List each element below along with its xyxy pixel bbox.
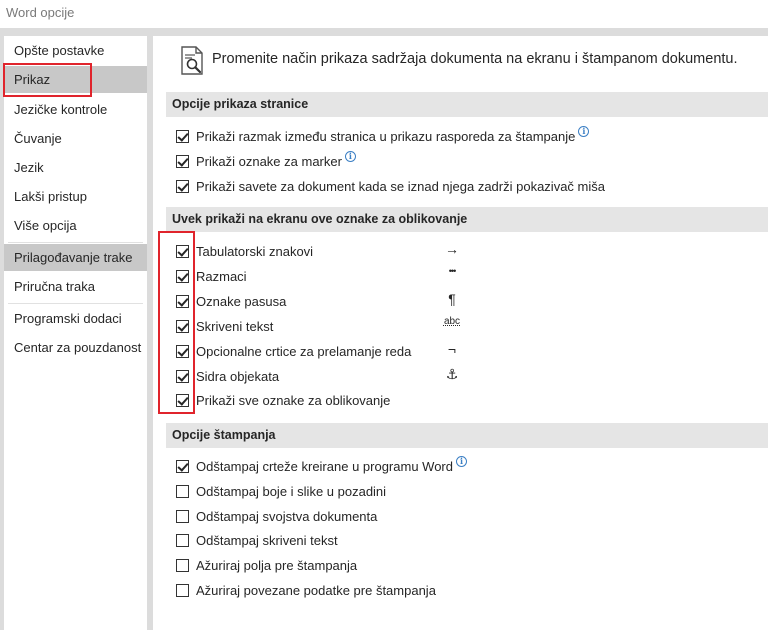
checkbox[interactable]: [176, 583, 189, 597]
checkbox[interactable]: [176, 558, 189, 572]
highlight-box-formatting-checkboxes: [158, 231, 195, 414]
sidebar-item-centar-za-pouzdanost[interactable]: Centar za pouzdanost: [4, 334, 147, 361]
option-print-document-properties[interactable]: Odštampaj svojstva dokumenta: [176, 506, 377, 526]
hidden-text-icon: abc: [443, 316, 461, 327]
sidebar-item-jezicke-kontrole[interactable]: Jezičke kontrole: [4, 96, 147, 123]
anchor-icon: ⚓: [445, 366, 459, 382]
pilcrow-icon: ¶: [448, 291, 456, 307]
sidebar-item-cuvanje[interactable]: Čuvanje: [4, 125, 147, 152]
page-description: Promenite način prikaza sadržaja dokumen…: [212, 51, 738, 67]
option-optional-hyphens[interactable]: Opcionalne crtice za prelamanje reda ¬: [176, 341, 456, 361]
sidebar-item-laksi-pristup[interactable]: Lakši pristup: [4, 183, 147, 210]
section-printing-header: Opcije štampanja: [166, 423, 768, 448]
checkbox[interactable]: [176, 509, 189, 523]
option-tab-characters[interactable]: Tabulatorski znakovi →: [176, 241, 459, 261]
section-formatting-marks-header: Uvek prikaži na ekranu ove oznake za obl…: [166, 207, 768, 232]
info-icon[interactable]: i: [578, 125, 590, 137]
checkbox[interactable]: [176, 154, 189, 168]
option-show-all-formatting-marks[interactable]: Prikaži sve oznake za oblikovanje: [176, 390, 390, 410]
section-page-display-header: Opcije prikaza stranice: [166, 92, 768, 117]
document-magnifier-icon: [181, 46, 203, 75]
sidebar-item-jezik[interactable]: Jezik: [4, 154, 147, 181]
sidebar-item-vise-opcija[interactable]: Više opcija: [4, 212, 147, 239]
options-pane: Promenite način prikaza sadržaja dokumen…: [153, 36, 768, 630]
option-show-highlighter-marks[interactable]: Prikaži oznake za marker i: [176, 150, 356, 171]
checkbox[interactable]: [176, 533, 189, 547]
highlight-box-prikaz: [3, 63, 92, 97]
option-update-fields[interactable]: Ažuriraj polja pre štampanja: [176, 555, 357, 575]
space-dots-icon: •••: [448, 266, 456, 276]
info-icon[interactable]: i: [455, 455, 467, 467]
option-print-drawings[interactable]: Odštampaj crteže kreirane u programu Wor…: [176, 455, 467, 476]
checkbox[interactable]: [176, 459, 189, 473]
title-bar: Word opcije: [0, 0, 768, 28]
sidebar-divider: [8, 242, 143, 243]
checkbox[interactable]: [176, 484, 189, 498]
tab-arrow-icon: →: [445, 241, 459, 257]
option-print-hidden-text[interactable]: Odštampaj skriveni tekst: [176, 530, 338, 550]
sidebar-item-prilagodjavanje-trake[interactable]: Prilagođavanje trake: [4, 244, 147, 271]
option-show-document-tooltips[interactable]: Prikaži savete za dokument kada se iznad…: [176, 176, 605, 196]
sidebar-item-prirucna-traka[interactable]: Priručna traka: [4, 273, 147, 300]
window-title: Word opcije: [6, 5, 75, 20]
optional-hyphen-icon: ¬: [447, 341, 457, 357]
info-icon[interactable]: i: [344, 150, 356, 162]
sidebar-divider: [8, 303, 143, 304]
sidebar-item-programski-dodaci[interactable]: Programski dodaci: [4, 305, 147, 332]
option-print-background[interactable]: Odštampaj boje i slike u pozadini: [176, 481, 386, 501]
option-show-whitespace[interactable]: Prikaži razmak između stranica u prikazu…: [176, 125, 590, 146]
checkbox[interactable]: [176, 179, 189, 193]
sidebar: Opšte postavke Prikaz Jezičke kontrole Č…: [4, 36, 147, 630]
sidebar-item-opste-postavke[interactable]: Opšte postavke: [4, 37, 147, 64]
checkbox[interactable]: [176, 129, 189, 143]
option-update-linked-data[interactable]: Ažuriraj povezane podatke pre štampanja: [176, 580, 436, 600]
